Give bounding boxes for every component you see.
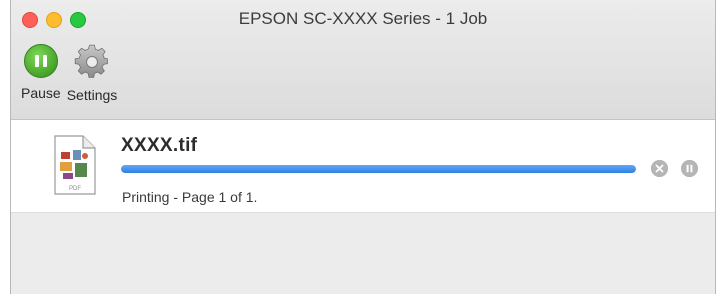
job-status: Printing - Page 1 of 1.	[122, 189, 258, 205]
pause-job-button[interactable]	[681, 160, 698, 177]
settings-label: Settings	[66, 87, 118, 103]
cancel-job-button[interactable]	[651, 160, 668, 177]
job-progress-fill	[121, 165, 636, 173]
job-name: XXXX.tif	[121, 135, 198, 156]
pause-icon	[23, 44, 58, 78]
pause-job-icon	[681, 160, 698, 177]
pause-button[interactable]: Pause	[21, 44, 61, 103]
job-list: PDF XXXX.tif Printing - Page 1 of 1.	[11, 120, 715, 294]
print-queue-window: EPSON SC-XXXX Series - 1 Job Pause Setti…	[10, 0, 716, 294]
title-bar: EPSON SC-XXXX Series - 1 Job Pause Setti…	[11, 0, 715, 120]
document-icon-caption: PDF	[69, 186, 81, 192]
settings-button[interactable]: Settings	[66, 44, 118, 103]
cancel-icon	[651, 160, 668, 177]
toolbar: Pause Settings	[21, 44, 117, 103]
window-title: EPSON SC-XXXX Series - 1 Job	[238, 9, 488, 28]
job-row[interactable]: PDF XXXX.tif Printing - Page 1 of 1.	[11, 120, 715, 213]
job-progress-bar	[121, 165, 636, 173]
document-icon: PDF	[54, 135, 96, 195]
pause-label: Pause	[21, 85, 61, 101]
gear-icon	[74, 44, 108, 78]
